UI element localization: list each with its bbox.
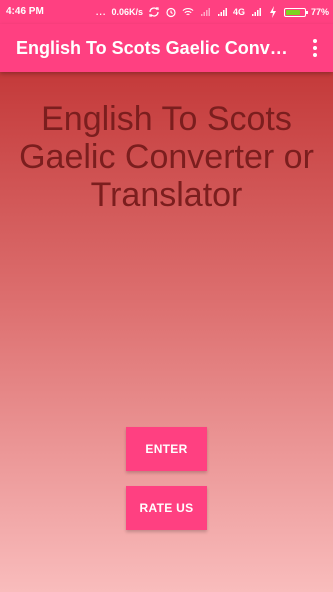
network-speed: 0.06K/s	[111, 7, 143, 17]
menu-dot	[313, 39, 317, 43]
notification-dots: ...	[95, 7, 107, 17]
menu-dot	[313, 46, 317, 50]
sync-icon	[148, 6, 160, 18]
alarm-clock-icon	[165, 6, 177, 18]
status-indicators: ... 0.06K/s 4G 77%	[96, 4, 329, 20]
page-heading: English To Scots Gaelic Converter or Tra…	[19, 100, 314, 214]
app-bar: English To Scots Gaelic Conver...	[0, 24, 333, 72]
app-title: English To Scots Gaelic Conver...	[16, 38, 288, 58]
overflow-menu-icon[interactable]	[303, 34, 327, 62]
menu-dot	[313, 53, 317, 57]
enter-button[interactable]: ENTER	[126, 427, 207, 471]
signal-icon-3	[250, 6, 262, 18]
charging-icon	[267, 6, 279, 18]
rate-us-button[interactable]: RATE US	[126, 486, 207, 530]
status-bar: 4:46 PM ... 0.06K/s 4G 77%	[0, 0, 333, 24]
battery-level	[285, 9, 300, 15]
status-time: 4:46 PM	[6, 6, 44, 17]
signal-icon-1	[199, 6, 211, 18]
main-content: English To Scots Gaelic Converter or Tra…	[0, 72, 333, 592]
network-type: 4G	[232, 7, 245, 17]
battery-percent: 77%	[310, 7, 329, 17]
wifi-icon	[182, 6, 194, 18]
battery-icon	[283, 7, 308, 17]
signal-icon-2	[216, 6, 228, 18]
